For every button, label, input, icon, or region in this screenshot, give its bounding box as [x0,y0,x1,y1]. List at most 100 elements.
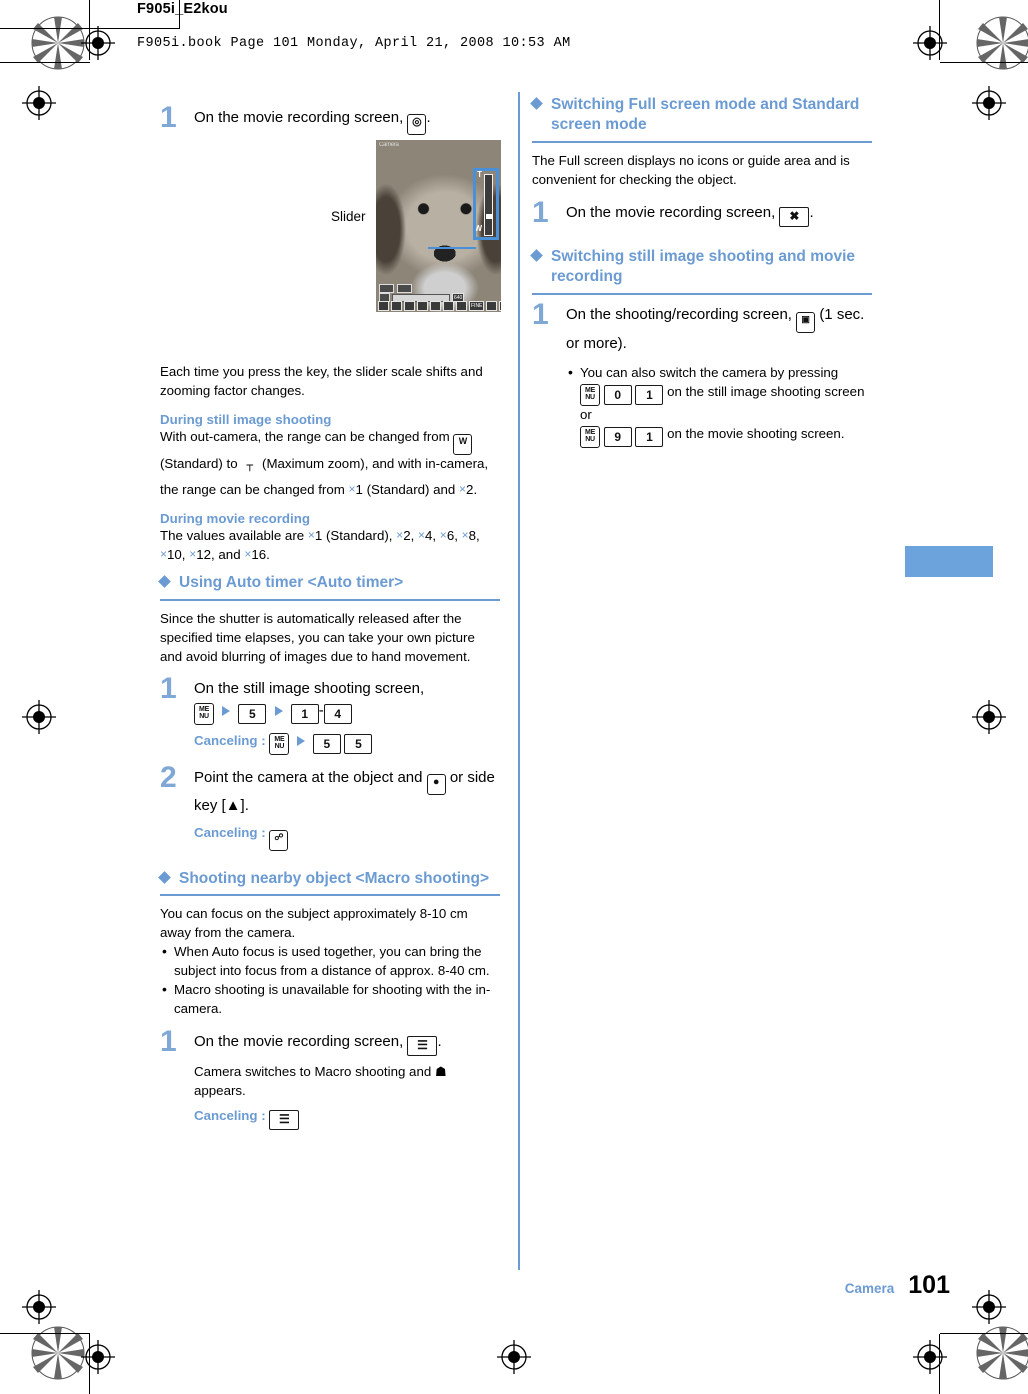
trim-line-left [89,0,90,60]
macro-key-icon-cancel: ☰ [269,1110,300,1131]
macro-sub-after: appears. [194,1082,246,1098]
switch-note-before: You can also switch the camera by pressi… [580,365,839,381]
footer-section-name: Camera [844,1281,895,1296]
heading-macro-text: Shooting nearby object <Macro shooting> [179,869,490,887]
movie-value-3: 6, [446,527,458,543]
registration-mark-right-lower [972,1290,1006,1324]
status-icon-2 [397,284,412,293]
registration-mark-tr [913,26,947,60]
step-switch-mode-1: 1 On the shooting/recording screen, ▣ (1… [532,299,872,449]
status-icon-b [391,301,402,311]
bullet-icon-2: • [162,980,167,997]
trim-line-top-right [940,62,1028,63]
arrow-right-icon-2 [274,706,283,717]
step-text: On the movie recording screen, ✖. [566,202,872,227]
step-number: 1 [532,297,549,331]
heading-rule-4 [532,292,872,295]
clear-key-icon: ☍ [269,829,289,851]
registration-mark-right-middle [972,700,1006,734]
key-4-icon: 4 [323,704,352,725]
step-text-before: On the movie recording screen, [566,203,776,221]
step-number: 1 [160,672,177,706]
step-text-before: Point the camera at the object and [194,769,423,787]
heading-rule-2 [160,894,500,897]
key-1-icon-r1: 1 [635,385,664,406]
trim-line-left-bottom [89,1334,90,1394]
macro-note-2-text: Macro shooting is unavailable for shooti… [174,981,491,1016]
multiply-sign-2: × [459,481,467,496]
status-icon-i [499,301,501,311]
movie-value-5: 10, [167,546,186,562]
step-text-before: On the movie recording screen, [194,1032,404,1050]
center-select-key-icon: ● [426,774,446,796]
heading-rule-3 [532,140,872,143]
arrow-right-icon-3 [297,736,306,747]
zoom-slider-highlight [428,168,499,249]
still-image-body: With out-camera, the range can be change… [160,428,500,500]
status-icon-c [404,301,415,311]
registration-mark-left-upper [22,86,56,120]
registration-mark-right-upper [972,86,1006,120]
movie-values-text: The values available are [160,527,305,543]
mx2: × [417,527,425,542]
step-text-after: . [426,109,431,126]
macro-sub-before: Camera switches to Macro shooting and [194,1063,432,1079]
footer-page-number: 101 [908,1271,950,1299]
status-icon-f [443,301,454,311]
registration-mark-tl [81,26,115,60]
step-number: 1 [160,101,177,134]
heading-switch-mode-text: Switching still image shooting and movie… [551,247,856,286]
step-text-label: On the still image shooting screen, [194,680,425,698]
step-text-before: On the shooting/recording screen, [566,305,792,323]
step-number: 2 [160,761,177,795]
screen-top-label: Camera [379,142,399,148]
step-full-screen-1: 1 On the movie recording screen, ✖. [532,197,872,227]
bullet-icon-3: • [568,364,573,381]
status-icon-g [456,301,467,311]
canceling-line-2: Canceling : ☍ [194,825,500,851]
trim-line-bottom-right [940,1333,1028,1334]
slider-callout-label: Slider [331,209,366,224]
step-text: On the movie recording screen, ◎. [194,107,500,135]
key-9-icon: 9 [603,427,632,448]
subheading-movie-recording: During movie recording [160,510,310,526]
camera-zoom-key-icon: ◎ [407,114,427,135]
step-text: On the movie recording screen, ☰. [194,1031,500,1056]
multiply-sign: × [348,481,356,496]
registration-mark-br [913,1340,947,1374]
still-text-2: (Standard) to [160,455,238,471]
key-range-dash: - [318,702,324,720]
diamond-bullet-icon-3 [530,97,543,110]
status-row-top [379,284,412,293]
auto-timer-body: Since the shutter is automatically relea… [160,610,475,664]
step-auto-timer-2: 2 Point the camera at the object and ● o… [160,763,500,851]
camera-status-bar: 640 FINE [376,282,501,312]
heading-auto-timer-text: Using Auto timer <Auto timer> [179,574,404,592]
step-text: On the shooting/recording screen, ▣ (1 s… [566,304,872,355]
still-times-2: 2. [466,481,478,497]
trim-line-right-bottom [939,1334,940,1394]
menu-key-icon: ME NU [194,703,214,726]
status-icon-a [378,301,389,311]
step-number: 1 [160,1024,177,1058]
quality-label: FINE [469,301,485,311]
step-movie-zoom: 1 On the movie recording screen, ◎. [160,103,500,135]
tele-zoom-icon: ⊤ [241,461,259,481]
macro-note-1-text: When Auto focus is used together, you ca… [174,944,490,979]
menu-key-icon-cancel: ME NU [269,733,290,756]
step-text: Point the camera at the object and ● or … [194,767,500,817]
bullet-icon: • [162,943,167,960]
menu-key-icon-r2: ME NU [580,426,600,449]
movie-value-1: 2, [403,527,415,543]
diamond-bullet-icon [158,575,171,589]
key-1-icon: 1 [290,704,319,725]
wide-zoom-icon: W [453,433,473,455]
registration-mark-bl [81,1340,115,1374]
status-row-bottom: FINE [378,301,501,311]
heading-macro: Shooting nearby object <Macro shooting> [158,869,500,889]
movie-value-7: 16. [251,546,270,562]
macro-body: You can focus on the subject approximate… [160,906,468,941]
camera-mode-key-icon: ▣ [796,311,816,333]
right-column: Switching Full screen mode and Standard … [530,95,872,449]
menu-key-icon-r1: ME NU [580,384,600,407]
